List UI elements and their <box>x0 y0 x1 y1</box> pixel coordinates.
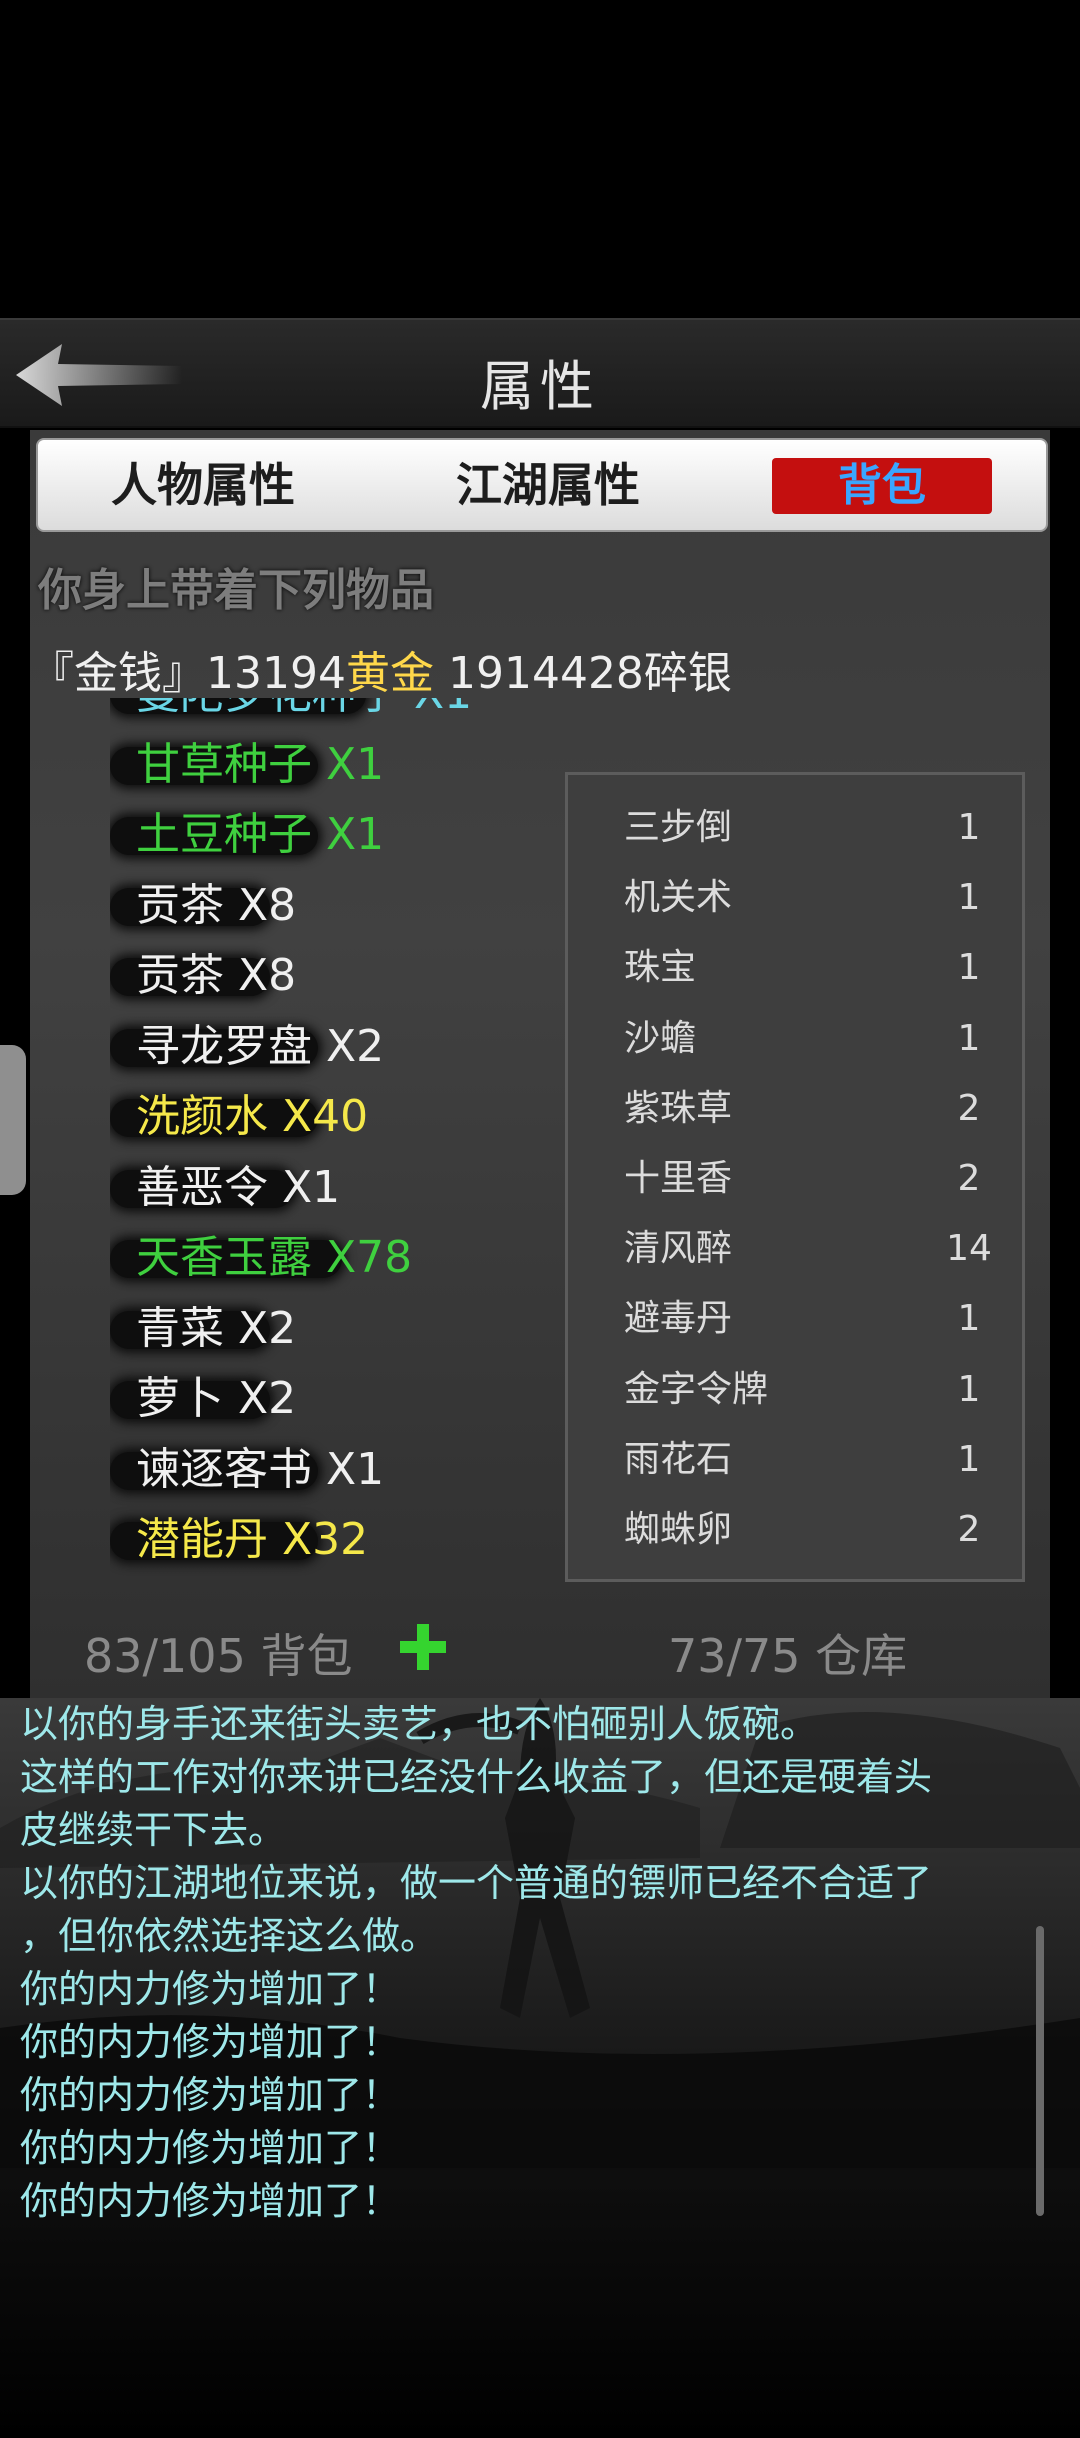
status-list-box: 三步倒 1 机关术 1 珠宝 1 沙蟾 1 紫珠草 2 十里香 2 清风醉 14 避毒丹 1 金字令牌 1 雨花石 1… <box>565 772 1025 1582</box>
inventory-item-label: 曼陀罗花种子 X1 <box>136 698 472 719</box>
side-drawer-handle[interactable] <box>0 1045 26 1195</box>
message-log: 以你的身手还来街头卖艺，也不怕砸别人饭碗。这样的工作对你来讲已经没什么收益了，但… <box>20 1698 1060 2228</box>
status-name: 金字令牌 <box>624 1368 769 1410</box>
inventory-item-label: 潜能丹 X32 <box>136 1514 369 1565</box>
log-line: 你的内力修为增加了！ <box>20 2179 401 2223</box>
status-name: 机关术 <box>624 877 733 919</box>
inventory-item[interactable]: 贡茶 X8 <box>110 874 296 938</box>
inventory-item-label: 贡茶 X8 <box>136 879 297 931</box>
tab-backpack[interactable]: 背包 <box>772 458 992 514</box>
inventory-item-label: 天香玉露 X78 <box>136 1232 413 1283</box>
page-title: 属性 <box>480 355 600 418</box>
inventory-item-label: 贡茶 X8 <box>136 950 297 1001</box>
silver-amount: 1914428碎银 <box>433 648 732 699</box>
status-row[interactable]: 雨花石 1 <box>568 1425 1022 1495</box>
status-row[interactable]: 金字令牌 1 <box>568 1355 1022 1425</box>
status-count: 1 <box>957 1438 981 1480</box>
inventory-item[interactable]: 天香玉露 X78 <box>110 1226 412 1290</box>
inventory-item[interactable]: 洗颜水 X40 <box>110 1085 368 1149</box>
money-amount: 『金钱』13194 <box>30 648 346 699</box>
log-line: 你的内力修为增加了！ <box>20 2073 401 2117</box>
status-name: 三步倒 <box>624 807 733 848</box>
status-row[interactable]: 沙蟾 1 <box>568 1004 1022 1074</box>
status-count: 2 <box>957 1087 981 1129</box>
log-scrollbar[interactable] <box>1036 1926 1044 2216</box>
status-count: 1 <box>957 877 981 919</box>
status-name: 十里香 <box>624 1158 733 1199</box>
inventory-item[interactable]: 贡茶 X8 <box>110 944 296 1008</box>
header-bar: 属性 <box>0 318 1080 428</box>
status-count: 1 <box>957 1017 981 1059</box>
item-list: 曼陀罗花种子 X1 甘草种子 X1 土豆种子 X1 贡茶 X8 贡茶 X8 寻龙罗盘 X2… <box>110 698 540 1598</box>
status-row[interactable]: 避毒丹 1 <box>568 1284 1022 1354</box>
status-row[interactable]: 三步倒 1 <box>568 793 1022 863</box>
status-count: 14 <box>946 1228 992 1270</box>
gold-label: 黄金 <box>345 648 434 699</box>
inventory-item-label: 土豆种子 X1 <box>136 809 385 860</box>
inventory-item-label: 萝卜 X2 <box>136 1373 297 1424</box>
status-count: 2 <box>957 1509 981 1550</box>
inventory-item[interactable]: 谏逐客书 X1 <box>110 1438 384 1502</box>
status-count: 1 <box>957 807 981 848</box>
status-name: 清风醉 <box>624 1228 733 1270</box>
plus-icon[interactable] <box>398 1622 448 1672</box>
status-row[interactable]: 蜘蛛卵 2 <box>568 1495 1022 1565</box>
inventory-item[interactable]: 潜能丹 X32 <box>110 1508 368 1572</box>
storage-capacity: 73/75 仓库 <box>668 1629 908 1683</box>
log-line: 你的内力修为增加了！ <box>20 2126 401 2170</box>
money-line: 『金钱』13194黄金 1914428碎银 <box>30 637 732 701</box>
inventory-item-label: 洗颜水 X40 <box>136 1091 369 1142</box>
status-name: 沙蟾 <box>624 1017 697 1059</box>
inventory-item-label: 甘草种子 X1 <box>136 738 385 790</box>
status-row[interactable]: 清风醉 14 <box>568 1214 1022 1284</box>
status-count: 1 <box>957 1298 981 1340</box>
status-row[interactable]: 机关术 1 <box>568 863 1022 933</box>
log-line: ，但你依然选择这么做。 <box>20 1914 439 1958</box>
inventory-item[interactable]: 土豆种子 X1 <box>110 803 384 867</box>
inventory-item[interactable]: 甘草种子 X1 <box>110 733 384 797</box>
status-row[interactable]: 十里香 2 <box>568 1144 1022 1214</box>
inventory-item-label: 寻龙罗盘 X2 <box>136 1020 385 1072</box>
log-line: 你的内力修为增加了！ <box>20 1967 401 2011</box>
bag-capacity: 83/105 背包 <box>84 1629 353 1683</box>
tab-bar: 人物属性 江湖属性 背包 <box>36 438 1048 532</box>
status-name: 珠宝 <box>624 947 697 989</box>
status-name: 雨花石 <box>624 1438 733 1480</box>
status-name: 紫珠草 <box>624 1087 733 1129</box>
log-line: 皮继续干下去。 <box>20 1808 287 1852</box>
inventory-heading: 你身上带着下列物品 <box>38 565 434 616</box>
tab-jianghu-attributes[interactable]: 江湖属性 <box>423 440 673 530</box>
inventory-item-label: 善恶令 X1 <box>136 1161 341 1213</box>
status-row[interactable]: 紫珠草 2 <box>568 1074 1022 1144</box>
status-count: 2 <box>957 1158 981 1199</box>
inventory-item[interactable]: 寻龙罗盘 X2 <box>110 1015 384 1079</box>
tab-character-attributes[interactable]: 人物属性 <box>78 440 328 530</box>
inventory-item-label: 谏逐客书 X1 <box>136 1443 385 1495</box>
inventory-item[interactable]: 曼陀罗花种子 X1 <box>110 698 472 726</box>
log-line: 以你的身手还来街头卖艺，也不怕砸别人饭碗。 <box>20 1702 819 1746</box>
status-name: 蜘蛛卵 <box>624 1509 733 1550</box>
inventory-item-label: 青菜 X2 <box>136 1302 297 1354</box>
log-line: 你的内力修为增加了！ <box>20 2020 401 2064</box>
log-line: 以你的江湖地位来说，做一个普通的镖师已经不合适了 <box>20 1861 933 1905</box>
inventory-item[interactable]: 善恶令 X1 <box>110 1156 340 1220</box>
inventory-item[interactable]: 萝卜 X2 <box>110 1367 296 1431</box>
status-name: 避毒丹 <box>624 1298 733 1340</box>
status-row[interactable]: 珠宝 1 <box>568 933 1022 1003</box>
status-count: 1 <box>957 1368 981 1410</box>
inventory-item[interactable]: 青菜 X2 <box>110 1297 296 1361</box>
status-count: 1 <box>957 947 981 989</box>
log-line: 这样的工作对你来讲已经没什么收益了，但还是硬着头 <box>20 1755 933 1799</box>
